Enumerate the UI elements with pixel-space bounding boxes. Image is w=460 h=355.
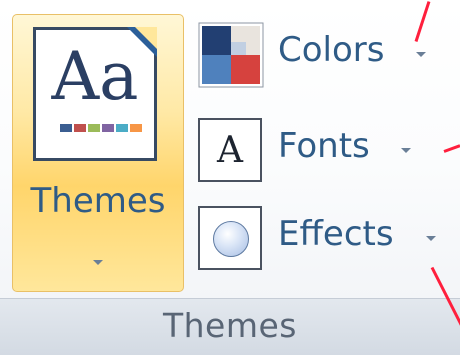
theme-color-bar (60, 124, 142, 132)
colors-button[interactable]: Colors (198, 22, 448, 88)
effects-icon-box (198, 206, 262, 270)
effects-dropdown-arrow-icon (426, 236, 436, 241)
fonts-dropdown-arrow-icon (401, 148, 411, 153)
color-scheme-icon (198, 22, 264, 88)
theme-preview-icon: Aa (33, 27, 157, 161)
swatch (74, 124, 86, 132)
themes-button[interactable]: Aa Themes (12, 14, 184, 292)
dropdown-arrow-icon (93, 260, 103, 265)
font-letter-icon: A (198, 118, 264, 184)
fonts-button[interactable]: A Fonts (198, 118, 448, 184)
effects-circle-icon (198, 206, 264, 272)
swatch (130, 124, 142, 132)
swatch (88, 124, 100, 132)
theme-thumbnail-text: Aa (51, 38, 139, 115)
swatch (102, 124, 114, 132)
colors-dropdown-arrow-icon (416, 52, 426, 57)
effects-label: Effects (278, 214, 394, 254)
ribbon-group-label: Themes (162, 306, 298, 345)
swatch (60, 124, 72, 132)
font-letter-text: A (198, 118, 262, 182)
themes-button-label: Themes (30, 181, 166, 221)
swatch (116, 124, 128, 132)
fonts-label: Fonts (278, 126, 370, 166)
circle-icon (213, 221, 249, 257)
effects-button[interactable]: Effects (198, 206, 448, 272)
colors-label: Colors (278, 30, 385, 70)
